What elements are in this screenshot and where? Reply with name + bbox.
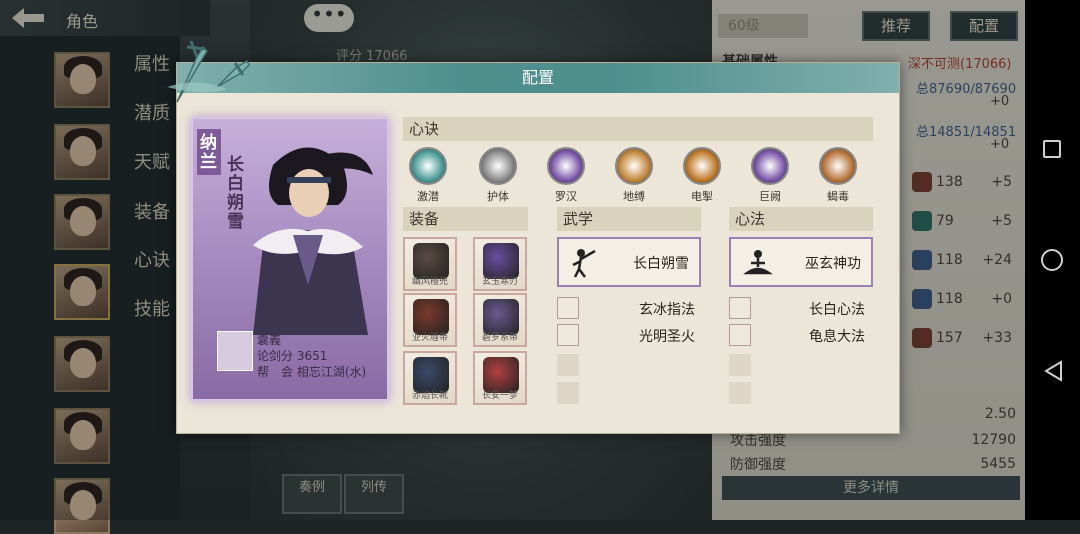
- xinjue-item[interactable]: 护体: [473, 147, 523, 209]
- xinjue-section-header: 心诀: [403, 117, 873, 141]
- skill-icon: [557, 324, 579, 346]
- xinjue-item[interactable]: 蝎毒: [813, 147, 863, 209]
- equipment-slot[interactable]: 幽风檀兜: [403, 237, 457, 291]
- xinjue-label: 护体: [487, 190, 509, 203]
- xinjue-label: 罗汉: [555, 190, 577, 203]
- dialog-header: 配置: [177, 63, 899, 93]
- equipment-slot[interactable]: 长安一梦: [473, 351, 527, 405]
- xinjue-item[interactable]: 巨阙: [745, 147, 795, 209]
- crossed-swords-icon: [167, 40, 250, 103]
- xinjue-icon: [819, 147, 857, 185]
- empty-slot[interactable]: [557, 354, 579, 376]
- hero-illustration: [253, 147, 373, 335]
- xinfa-sub-row[interactable]: 龟息大法: [729, 324, 865, 346]
- equipment-name: 玄玉寒刃: [481, 277, 518, 287]
- player-name: 囊義: [257, 333, 282, 347]
- xinfa-sub-label: 长白心法: [809, 302, 865, 318]
- xinjue-label: 蝎毒: [827, 190, 849, 203]
- equipment-name: 碧罗系带: [481, 333, 518, 343]
- xinjue-label: 巨阙: [759, 190, 781, 203]
- player-avatar: [217, 331, 253, 371]
- empty-slot[interactable]: [557, 382, 579, 404]
- empty-slot[interactable]: [729, 382, 751, 404]
- xinjue-icon: [409, 147, 447, 185]
- equipment-slot[interactable]: 赤焰长靴: [403, 351, 457, 405]
- xinfa-main-label: 巫玄神功: [805, 256, 861, 272]
- recents-icon[interactable]: [1043, 140, 1061, 158]
- xinjue-item[interactable]: 罗汉: [541, 147, 591, 209]
- character-card: 纳兰 长白朔雪 囊義 论剑分 3651 帮 会 相忘江湖(水): [191, 117, 389, 401]
- wuxue-heading: 武学: [563, 210, 594, 228]
- xinfa-heading: 心法: [735, 210, 766, 228]
- equipment-slot[interactable]: 玄玉寒刃: [473, 237, 527, 291]
- equipment-name: 长安一梦: [481, 391, 518, 401]
- equipment-name: 赤焰长靴: [411, 391, 448, 401]
- xinjue-label: 电掣: [691, 190, 713, 203]
- equipment-slot[interactable]: 业火缠带: [403, 293, 457, 347]
- wuxue-sub-label: 光明圣火: [639, 329, 695, 345]
- equipment-name: 业火缠带: [411, 333, 448, 343]
- equipment-slot[interactable]: 碧罗系带: [473, 293, 527, 347]
- wuxue-section-header: 武学: [557, 207, 701, 231]
- xinjue-icon: [683, 147, 721, 185]
- dialog-title: 配置: [521, 68, 554, 87]
- meditation-icon: [743, 250, 773, 275]
- equip-heading: 装备: [409, 210, 440, 228]
- wuxue-sub-row[interactable]: 光明圣火: [557, 324, 695, 346]
- equip-section-header: 装备: [403, 207, 528, 231]
- skill-icon: [729, 324, 751, 346]
- xinjue-icon: [615, 147, 653, 185]
- xinfa-sub-label: 龟息大法: [809, 329, 865, 345]
- xinfa-main-slot[interactable]: 巫玄神功: [729, 237, 873, 287]
- xinjue-icon: [547, 147, 585, 185]
- xinjue-label: 地缚: [623, 190, 645, 203]
- clan-name: 纳兰: [196, 129, 221, 175]
- martial-art-icon: [572, 249, 596, 278]
- xinjue-label: 激潜: [417, 190, 439, 203]
- wuxue-sub-row[interactable]: 玄冰指法: [557, 297, 695, 319]
- xinfa-section-header: 心法: [729, 207, 873, 231]
- skill-icon: [729, 297, 751, 319]
- wuxue-main-label: 长白朔雪: [633, 256, 689, 272]
- sword-score: 论剑分 3651: [257, 349, 328, 363]
- xinjue-item[interactable]: 地缚: [609, 147, 659, 209]
- xinjue-item[interactable]: 电掣: [677, 147, 727, 209]
- xinfa-sub-row[interactable]: 长白心法: [729, 297, 865, 319]
- xinjue-icon: [751, 147, 789, 185]
- equipment-name: 幽风檀兜: [411, 277, 448, 287]
- xinjue-icon: [479, 147, 517, 185]
- home-icon[interactable]: [1041, 249, 1063, 271]
- nav-back-icon[interactable]: [1043, 360, 1063, 382]
- xinjue-item[interactable]: 激潜: [403, 147, 453, 209]
- wuxue-main-slot[interactable]: 长白朔雪: [557, 237, 701, 287]
- xinjue-heading: 心诀: [409, 120, 440, 138]
- empty-slot[interactable]: [729, 354, 751, 376]
- wuxue-sub-label: 玄冰指法: [639, 302, 695, 318]
- config-dialog: 配置 纳兰 长白朔雪 囊義 论剑分 3651 帮 会 相忘江湖(水) 心诀 激潜…: [167, 40, 900, 434]
- guild-info: 帮 会 相忘江湖(水): [257, 365, 367, 379]
- skill-icon: [557, 297, 579, 319]
